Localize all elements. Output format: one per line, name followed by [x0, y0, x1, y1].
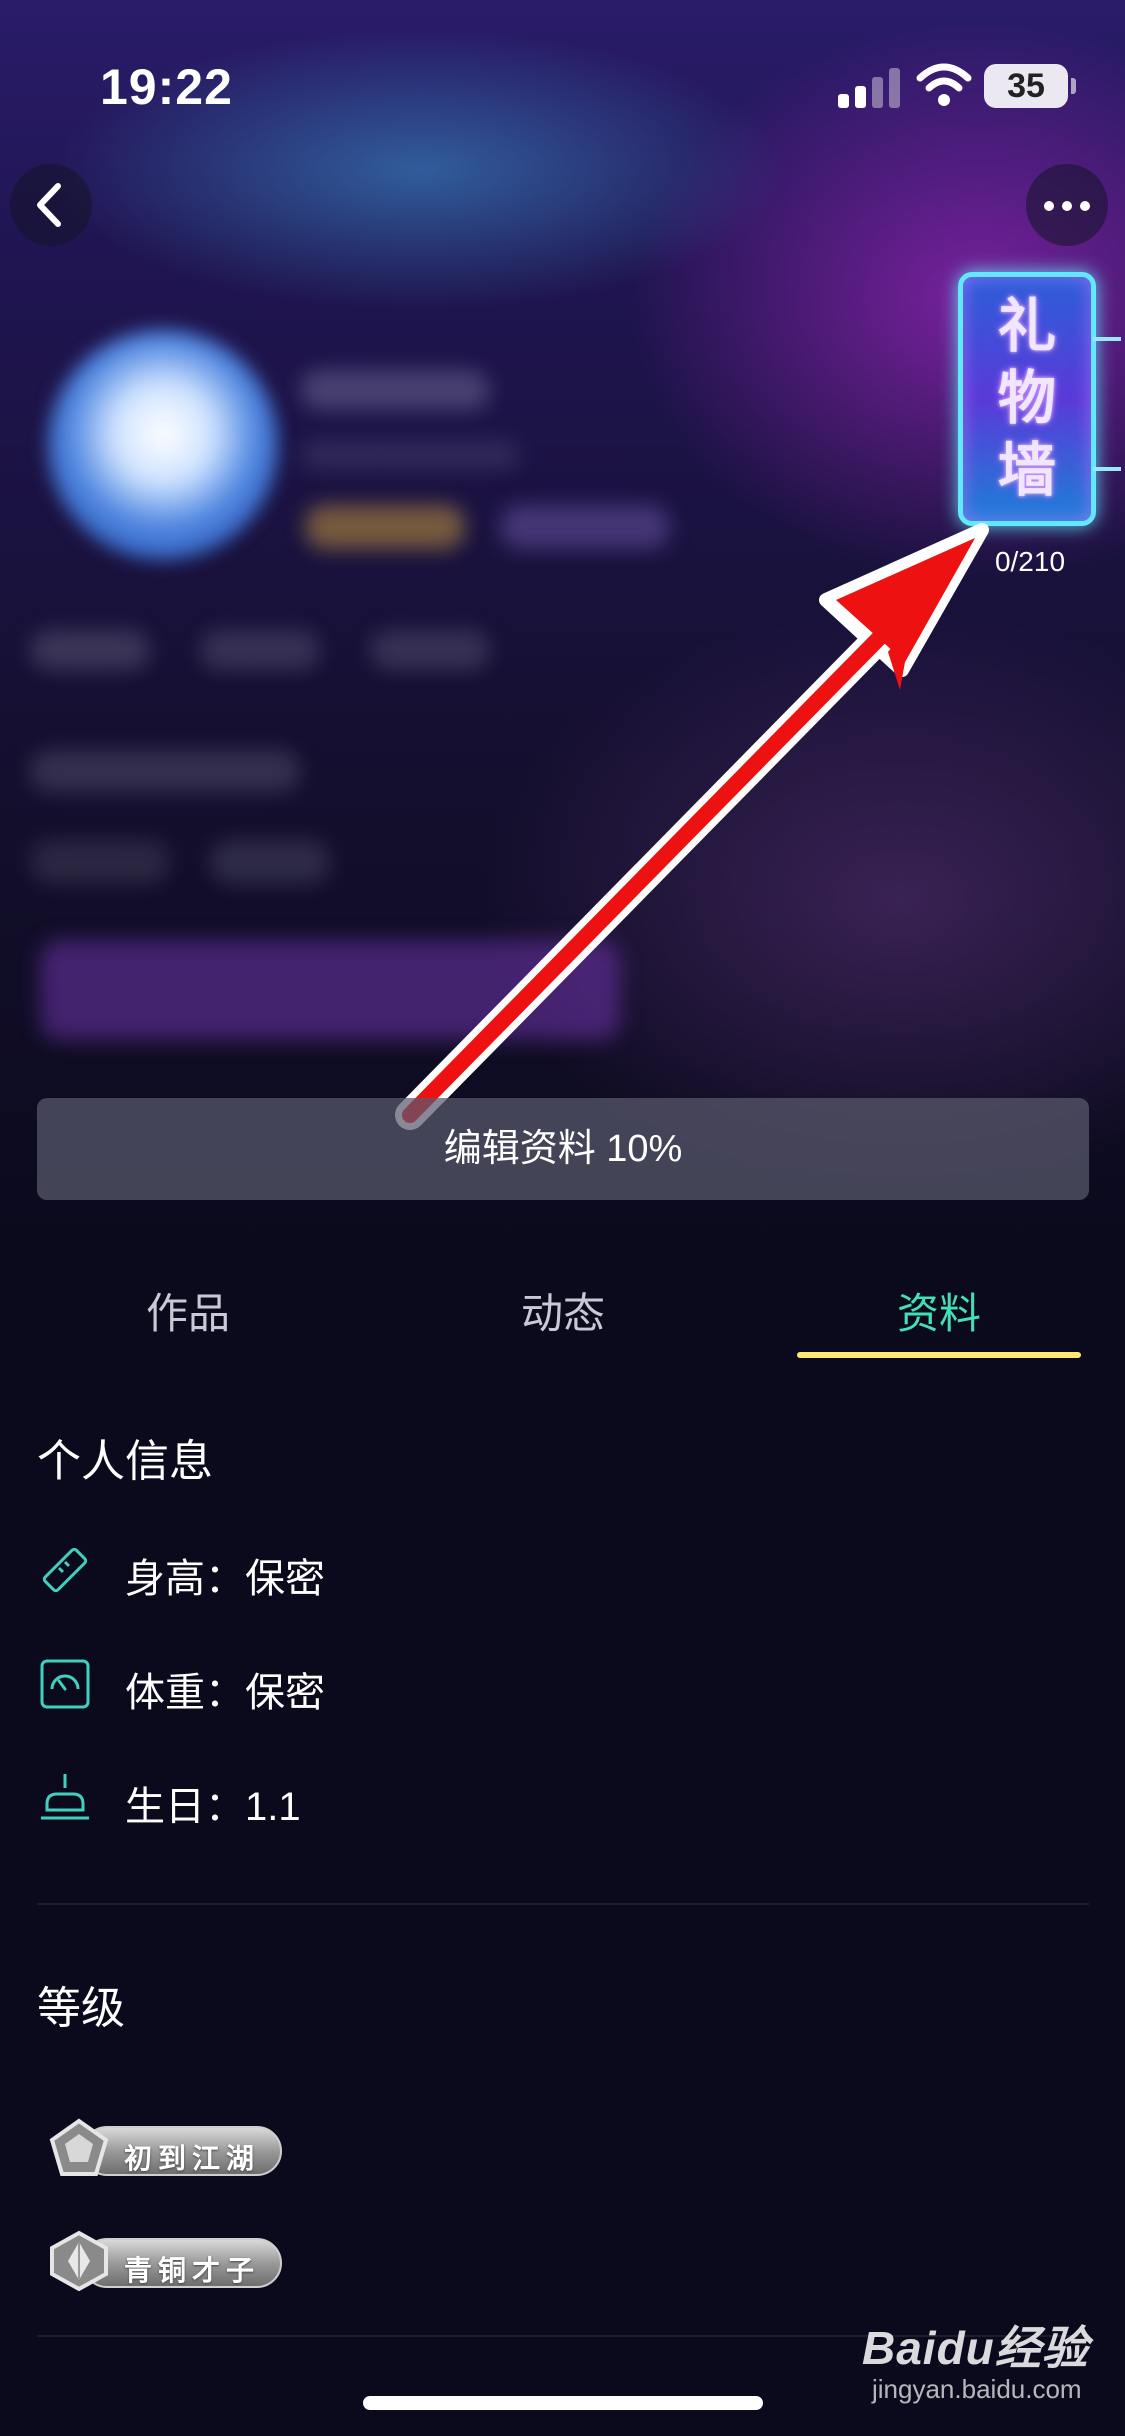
tab-works[interactable]: 作品 — [48, 1280, 328, 1341]
home-indicator[interactable] — [363, 2396, 763, 2410]
weight-row: 体重：保密 — [37, 1652, 937, 1716]
scale-icon — [40, 1659, 90, 1709]
level-badge-1[interactable]: 初到江湖 — [48, 2118, 282, 2180]
level-badge-2[interactable]: 青铜才子 — [48, 2230, 282, 2292]
annotation-arrow-icon — [395, 523, 989, 1130]
height-row: 身高：保密 — [37, 1538, 937, 1602]
active-tab-indicator — [797, 1352, 1081, 1358]
birthday-value: 生日：1.1 — [125, 1785, 301, 1829]
level-badge-2-label: 青铜才子 — [124, 2255, 261, 2286]
watermark-url: jingyan.baidu.com — [872, 2374, 1082, 2404]
diamond-badge-icon — [50, 2230, 108, 2292]
edit-profile-button[interactable]: 编辑资料 10% — [37, 1098, 1089, 1200]
ruler-icon — [42, 1547, 88, 1593]
tab-moments[interactable]: 动态 — [423, 1280, 703, 1341]
pentagon-badge-icon — [49, 2118, 109, 2176]
cake-icon — [41, 1774, 89, 1820]
section-divider — [37, 1903, 1089, 1905]
level-title: 等级 — [37, 1984, 125, 2033]
level-badge-1-label: 初到江湖 — [124, 2143, 261, 2174]
weight-value: 体重：保密 — [125, 1671, 325, 1715]
profile-tabs: 作品 动态 资料 — [0, 1260, 1125, 1370]
tab-profile[interactable]: 资料 — [799, 1280, 1079, 1341]
personal-info-title: 个人信息 — [37, 1437, 213, 1486]
watermark-logo: Baidu经验 — [862, 2322, 1089, 2374]
height-value: 身高：保密 — [125, 1557, 325, 1601]
baidu-jingyan-watermark: Baidu经验 jingyan.baidu.com — [862, 2312, 1112, 2412]
birthday-row: 生日：1.1 — [37, 1766, 937, 1830]
